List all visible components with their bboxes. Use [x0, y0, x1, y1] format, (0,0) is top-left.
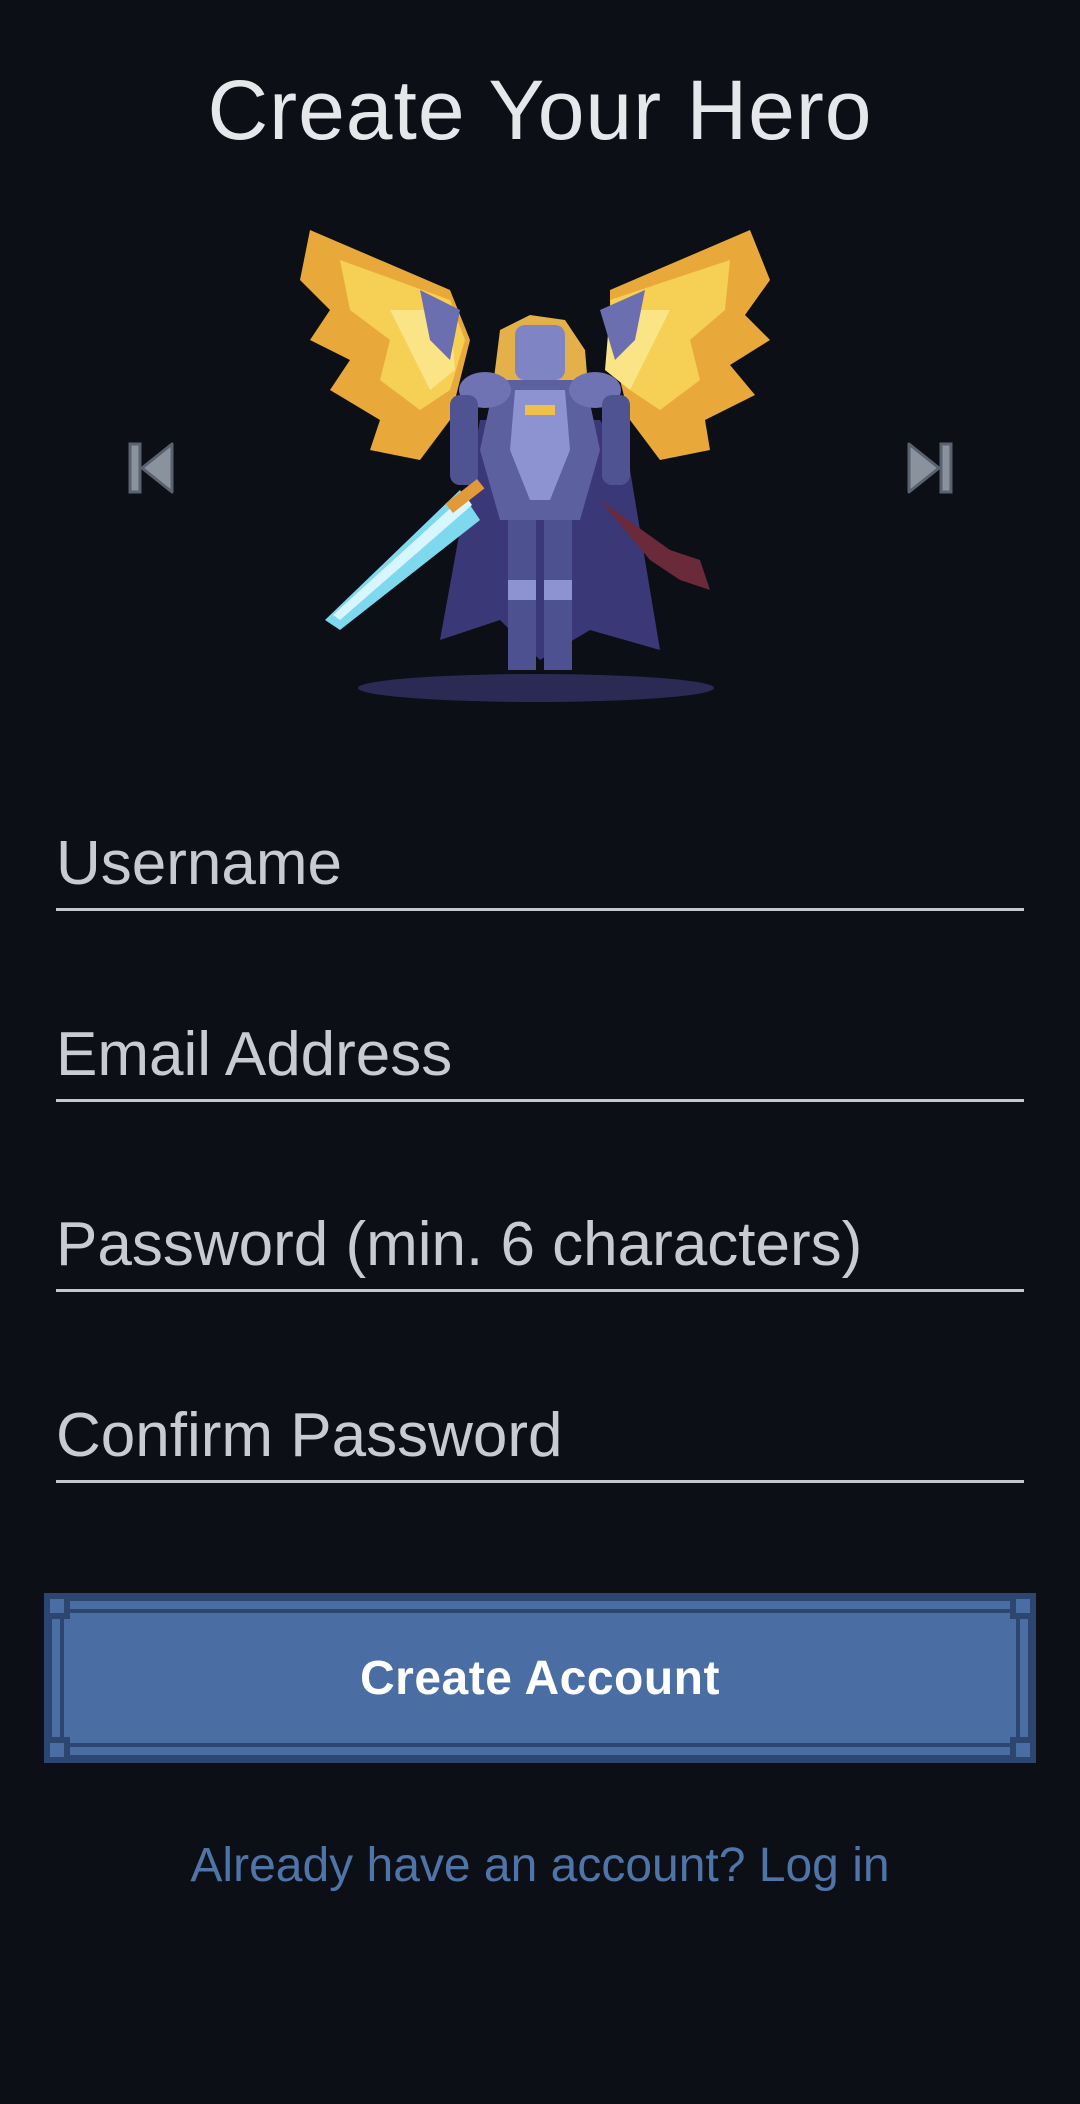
username-input[interactable] [56, 818, 1024, 908]
email-input[interactable] [56, 1009, 1024, 1099]
password-field[interactable] [56, 1199, 1024, 1292]
create-account-button[interactable]: Create Account [44, 1593, 1036, 1763]
password-input[interactable] [56, 1199, 1024, 1289]
email-field[interactable] [56, 1009, 1024, 1102]
username-field[interactable] [56, 818, 1024, 911]
skip-next-icon[interactable] [893, 432, 965, 504]
page-title: Create Your Hero [207, 63, 873, 157]
skip-previous-icon[interactable] [116, 432, 188, 504]
confirm-password-field[interactable] [56, 1390, 1024, 1483]
create-account-label: Create Account [360, 1651, 720, 1705]
confirm-password-input[interactable] [56, 1390, 1024, 1480]
hero-sprite [300, 220, 780, 710]
login-link[interactable]: Already have an account? Log in [0, 1838, 1080, 1893]
hero-carousel [0, 220, 1080, 710]
